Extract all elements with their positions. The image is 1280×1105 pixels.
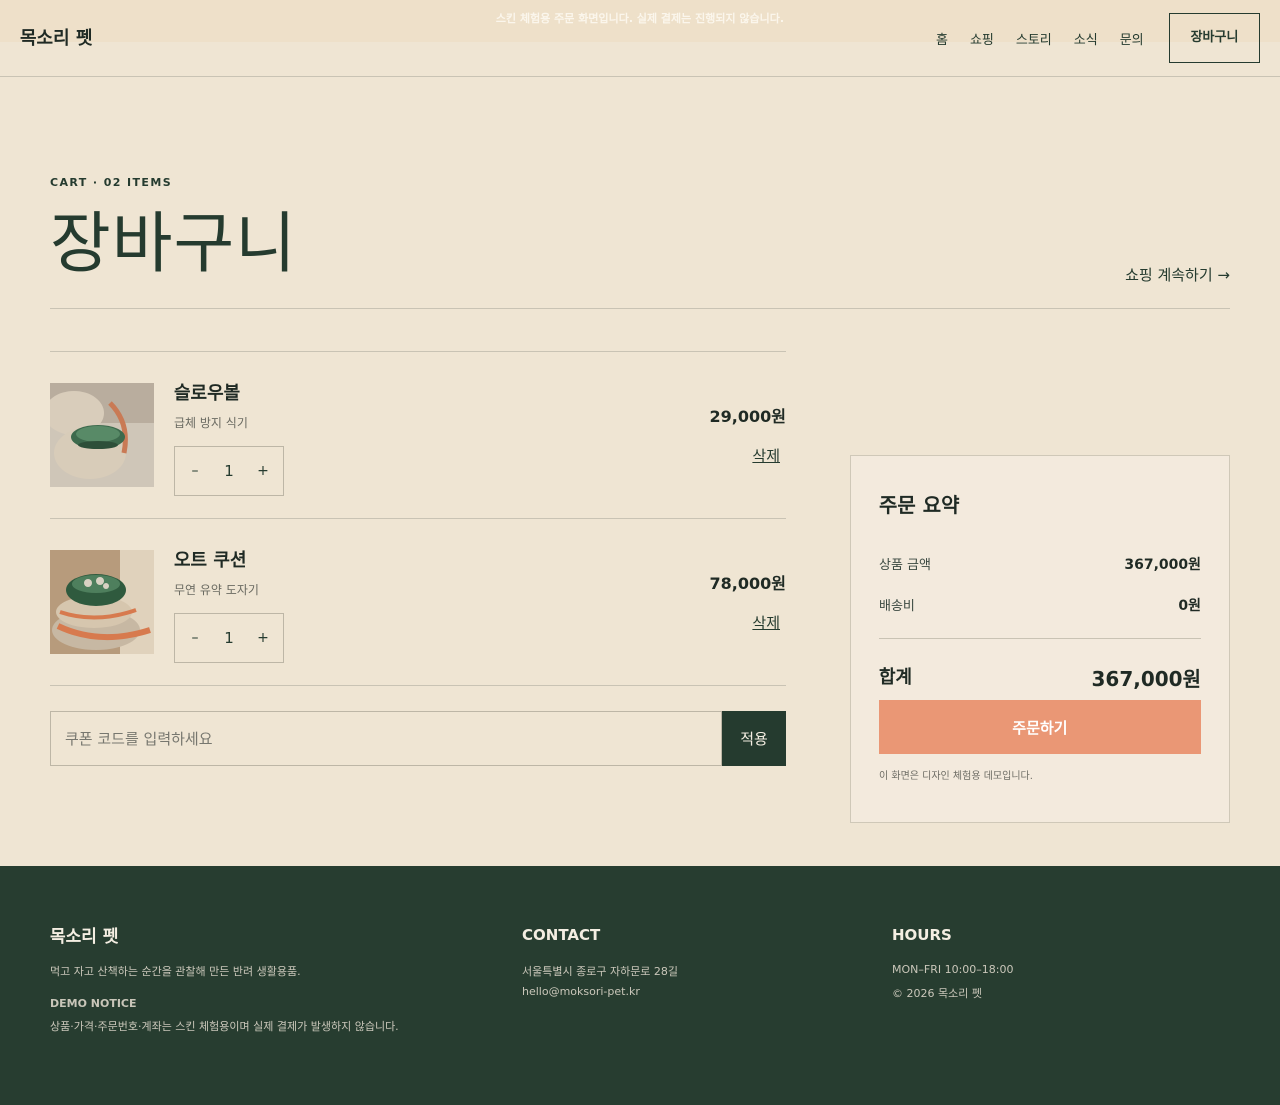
quantity-value: 1 bbox=[224, 629, 234, 647]
item-price: 29,000원 bbox=[709, 407, 786, 426]
apply-coupon-button[interactable]: 적용 bbox=[722, 711, 786, 766]
cart-eyebrow: CART · 02 ITEMS bbox=[50, 176, 173, 189]
nav-item-story[interactable]: 스토리 bbox=[1016, 29, 1052, 48]
product-name[interactable]: 오트 쿠션 bbox=[174, 546, 247, 572]
increase-quantity-button[interactable]: + bbox=[257, 463, 269, 479]
footer-address: 서울특별시 종로구 자하문로 28길 bbox=[522, 965, 679, 978]
site-logo[interactable]: 목소리 펫 bbox=[20, 24, 93, 50]
divider bbox=[879, 638, 1201, 639]
nav-item-contact[interactable]: 문의 bbox=[1120, 29, 1144, 48]
subtotal-row: 상품 금액 367,000원 bbox=[879, 554, 1201, 574]
footer-tagline: 먹고 자고 산책하는 순간을 관찰해 만든 반려 생활용품. bbox=[50, 965, 301, 978]
remove-item-button[interactable]: 삭제 bbox=[752, 612, 780, 633]
divider bbox=[50, 685, 786, 686]
quantity-value: 1 bbox=[224, 462, 234, 480]
item-price: 78,000원 bbox=[709, 574, 786, 593]
demo-notice-label: DEMO NOTICE bbox=[50, 997, 137, 1010]
copyright: © 2026 목소리 펫 bbox=[892, 987, 982, 1000]
decrease-quantity-button[interactable]: – bbox=[189, 630, 201, 646]
product-description: 무연 유약 도자기 bbox=[174, 583, 259, 597]
product-image-oat-cushion[interactable] bbox=[50, 550, 154, 654]
decrease-quantity-button[interactable]: – bbox=[189, 463, 201, 479]
shipping-value: 0원 bbox=[1178, 598, 1201, 614]
contact-heading: CONTACT bbox=[522, 926, 601, 944]
nav-item-home[interactable]: 홈 bbox=[936, 29, 948, 48]
site-footer: 목소리 펫 먹고 자고 산책하는 순간을 관찰해 만든 반려 생활용품. DEM… bbox=[0, 866, 1280, 1105]
main-nav: 홈 쇼핑 스토리 소식 문의 bbox=[936, 29, 1166, 48]
subtotal-label: 상품 금액 bbox=[879, 558, 931, 573]
cart-item: 슬로우볼 급체 방지 식기 – 1 + 29,000원 삭제 bbox=[50, 351, 786, 518]
product-image-slow-bowl[interactable] bbox=[50, 383, 154, 487]
cart-list: 슬로우볼 급체 방지 식기 – 1 + 29,000원 삭제 오트 쿠션 무연 … bbox=[50, 351, 786, 686]
quantity-stepper: – 1 + bbox=[174, 613, 284, 663]
checkout-button[interactable]: 주문하기 bbox=[879, 700, 1201, 754]
total-row: 합계 367,000원 bbox=[879, 663, 1201, 692]
subtotal-value: 367,000원 bbox=[1124, 557, 1201, 573]
cart-button[interactable]: 장바구니 bbox=[1169, 13, 1260, 63]
product-description: 급체 방지 식기 bbox=[174, 416, 248, 430]
demo-notice-text: 상품·가격·주문번호·계좌는 스킨 체험용이며 실제 결제가 발생하지 않습니다… bbox=[50, 1020, 399, 1033]
coupon-form: 적용 bbox=[50, 711, 786, 766]
summary-title: 주문 요약 bbox=[879, 493, 960, 517]
order-summary: 주문 요약 상품 금액 367,000원 배송비 0원 합계 367,000원 … bbox=[850, 455, 1230, 823]
product-name[interactable]: 슬로우볼 bbox=[174, 379, 240, 405]
footer-email[interactable]: hello@moksori-pet.kr bbox=[522, 985, 640, 998]
demo-note: 이 화면은 디자인 체험용 데모입니다. bbox=[879, 771, 1033, 782]
quantity-stepper: – 1 + bbox=[174, 446, 284, 496]
nav-item-shop[interactable]: 쇼핑 bbox=[970, 29, 994, 48]
coupon-code-input[interactable] bbox=[50, 711, 722, 766]
footer-logo[interactable]: 목소리 펫 bbox=[50, 922, 118, 947]
divider bbox=[50, 308, 1230, 309]
nav-item-news[interactable]: 소식 bbox=[1074, 29, 1098, 48]
total-value: 367,000원 bbox=[1091, 667, 1202, 691]
business-hours: MON–FRI 10:00–18:00 bbox=[892, 963, 1014, 976]
remove-item-button[interactable]: 삭제 bbox=[752, 445, 780, 466]
total-label: 합계 bbox=[879, 667, 913, 688]
continue-shopping-link[interactable]: 쇼핑 계속하기 → bbox=[1125, 264, 1230, 285]
shipping-row: 배송비 0원 bbox=[879, 595, 1201, 615]
shipping-label: 배송비 bbox=[879, 599, 915, 614]
page-title: 장바구니 bbox=[50, 205, 297, 282]
site-header: 목소리 펫 홈 쇼핑 스토리 소식 문의 장바구니 bbox=[0, 0, 1280, 77]
cart-item: 오트 쿠션 무연 유약 도자기 – 1 + 78,000원 삭제 bbox=[50, 518, 786, 685]
hours-heading: HOURS bbox=[892, 926, 952, 944]
increase-quantity-button[interactable]: + bbox=[257, 630, 269, 646]
